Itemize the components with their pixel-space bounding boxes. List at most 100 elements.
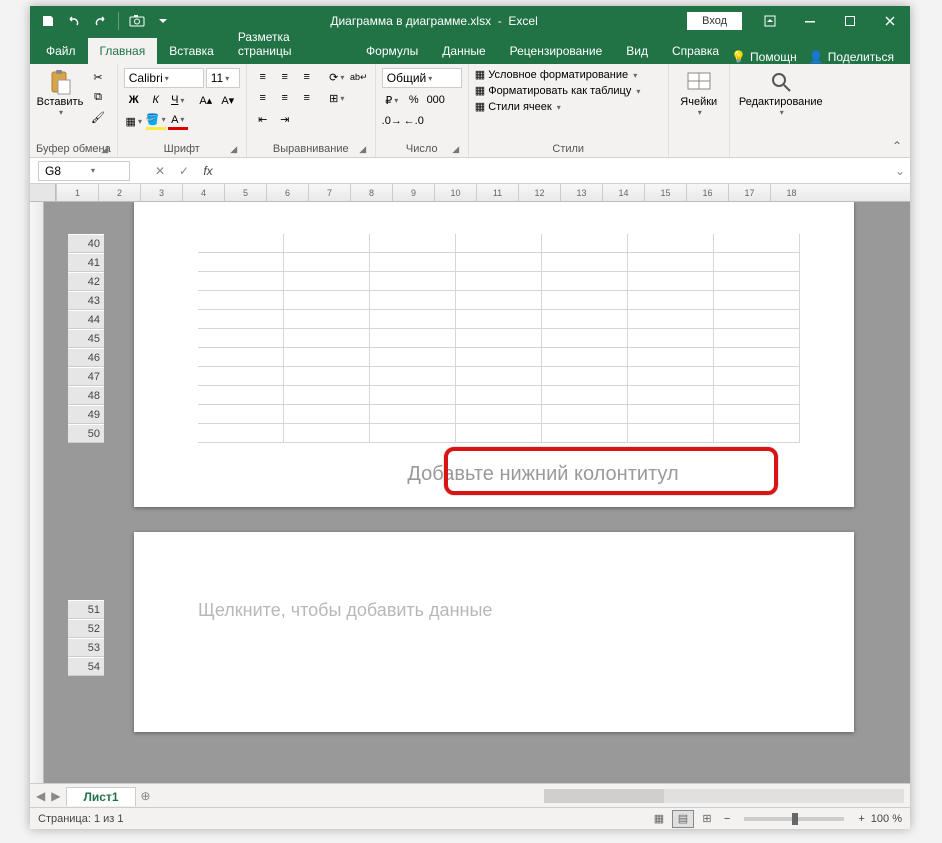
accounting-format-icon[interactable]: ₽▾ <box>382 91 402 109</box>
cell[interactable] <box>198 234 284 252</box>
cell[interactable] <box>628 253 714 271</box>
cell[interactable] <box>370 424 456 442</box>
cell[interactable] <box>628 234 714 252</box>
sheet-nav-prev-icon[interactable]: ◀ <box>36 789 45 803</box>
row-header[interactable]: 52 <box>68 619 104 638</box>
cell[interactable] <box>542 253 628 271</box>
borders-icon[interactable]: ▦▾ <box>124 112 144 130</box>
cell[interactable] <box>370 253 456 271</box>
share-button[interactable]: 👤Поделиться <box>809 50 894 64</box>
cell[interactable] <box>284 272 370 290</box>
cell[interactable] <box>284 329 370 347</box>
formula-bar[interactable] <box>220 161 890 181</box>
cell[interactable] <box>628 291 714 309</box>
clipboard-launcher-icon[interactable]: ◢ <box>99 143 111 155</box>
page-break-view-icon[interactable]: ⊞ <box>696 810 718 828</box>
zoom-slider[interactable] <box>744 817 844 821</box>
zoom-out-icon[interactable]: − <box>724 813 730 825</box>
cell[interactable] <box>456 348 542 366</box>
cell[interactable] <box>714 405 800 423</box>
cell[interactable] <box>456 310 542 328</box>
cell[interactable] <box>456 405 542 423</box>
cell[interactable] <box>284 405 370 423</box>
cell[interactable] <box>370 310 456 328</box>
alignment-launcher-icon[interactable]: ◢ <box>357 143 369 155</box>
cell[interactable] <box>284 348 370 366</box>
conditional-formatting-button[interactable]: ▦ Условное форматирование ▾ <box>475 68 637 81</box>
increase-decimal-icon[interactable]: .0→ <box>382 112 402 130</box>
select-all-corner[interactable] <box>30 184 56 202</box>
cell[interactable] <box>628 310 714 328</box>
cell[interactable] <box>456 424 542 442</box>
percent-format-icon[interactable]: % <box>404 91 424 109</box>
cell[interactable] <box>370 234 456 252</box>
fill-color-icon[interactable]: 🪣▾ <box>146 112 166 130</box>
cell[interactable] <box>284 253 370 271</box>
close-button[interactable] <box>870 6 910 36</box>
cell[interactable] <box>714 329 800 347</box>
cell[interactable] <box>198 424 284 442</box>
increase-indent-icon[interactable]: ⇥ <box>275 110 295 128</box>
cell[interactable] <box>714 386 800 404</box>
cell[interactable] <box>370 386 456 404</box>
tab-home[interactable]: Главная <box>88 38 158 64</box>
copy-icon[interactable]: ⧉ <box>88 88 108 106</box>
normal-view-icon[interactable]: ▦ <box>648 810 670 828</box>
tab-page-layout[interactable]: Разметка страницы <box>226 24 354 64</box>
decrease-font-icon[interactable]: A▾ <box>218 91 238 109</box>
tab-insert[interactable]: Вставка <box>157 38 226 64</box>
cell[interactable] <box>542 424 628 442</box>
cell[interactable] <box>542 310 628 328</box>
cell[interactable] <box>714 367 800 385</box>
row-headers-1[interactable]: 4041424344454647484950 <box>68 234 104 443</box>
zoom-level[interactable]: 100 % <box>871 813 902 825</box>
cell[interactable] <box>714 272 800 290</box>
cell[interactable] <box>714 291 800 309</box>
cell[interactable] <box>542 291 628 309</box>
collapse-ribbon-icon[interactable]: ⌃ <box>892 139 902 153</box>
cell[interactable] <box>284 386 370 404</box>
tab-view[interactable]: Вид <box>614 38 660 64</box>
sheet-tab[interactable]: Лист1 <box>66 787 135 806</box>
cell-grid[interactable] <box>198 234 800 443</box>
row-header[interactable]: 50 <box>68 424 104 443</box>
cell[interactable] <box>198 291 284 309</box>
ribbon-display-options-icon[interactable] <box>750 6 790 36</box>
paste-button[interactable]: Вставить▾ <box>36 68 84 117</box>
redo-icon[interactable] <box>88 9 112 33</box>
tab-formulas[interactable]: Формулы <box>354 38 430 64</box>
decrease-decimal-icon[interactable]: ←.0 <box>404 112 424 130</box>
cell[interactable] <box>198 310 284 328</box>
number-launcher-icon[interactable]: ◢ <box>450 143 462 155</box>
cell[interactable] <box>456 386 542 404</box>
align-bottom-icon[interactable]: ≡ <box>297 68 317 86</box>
cell[interactable] <box>628 386 714 404</box>
cell[interactable] <box>456 253 542 271</box>
cell[interactable] <box>456 329 542 347</box>
cell[interactable] <box>456 272 542 290</box>
align-left-icon[interactable]: ≡ <box>253 89 273 107</box>
font-size-combo[interactable]: 11▾ <box>206 68 240 88</box>
cell[interactable] <box>542 234 628 252</box>
row-header[interactable]: 41 <box>68 253 104 272</box>
cell[interactable] <box>714 310 800 328</box>
align-right-icon[interactable]: ≡ <box>297 89 317 107</box>
row-header[interactable]: 42 <box>68 272 104 291</box>
row-header[interactable]: 43 <box>68 291 104 310</box>
cell[interactable] <box>714 234 800 252</box>
cell[interactable] <box>370 272 456 290</box>
row-header[interactable]: 44 <box>68 310 104 329</box>
cell[interactable] <box>542 386 628 404</box>
zoom-in-icon[interactable]: + <box>858 813 864 825</box>
cell[interactable] <box>284 310 370 328</box>
row-header[interactable]: 47 <box>68 367 104 386</box>
align-middle-icon[interactable]: ≡ <box>275 68 295 86</box>
cell[interactable] <box>628 329 714 347</box>
font-color-icon[interactable]: A▾ <box>168 112 188 130</box>
cell[interactable] <box>542 348 628 366</box>
cut-icon[interactable]: ✂ <box>88 68 108 86</box>
cell[interactable] <box>456 234 542 252</box>
sign-in-button[interactable]: Вход <box>687 12 742 30</box>
insert-function-icon[interactable]: fx <box>196 164 220 178</box>
align-center-icon[interactable]: ≡ <box>275 89 295 107</box>
